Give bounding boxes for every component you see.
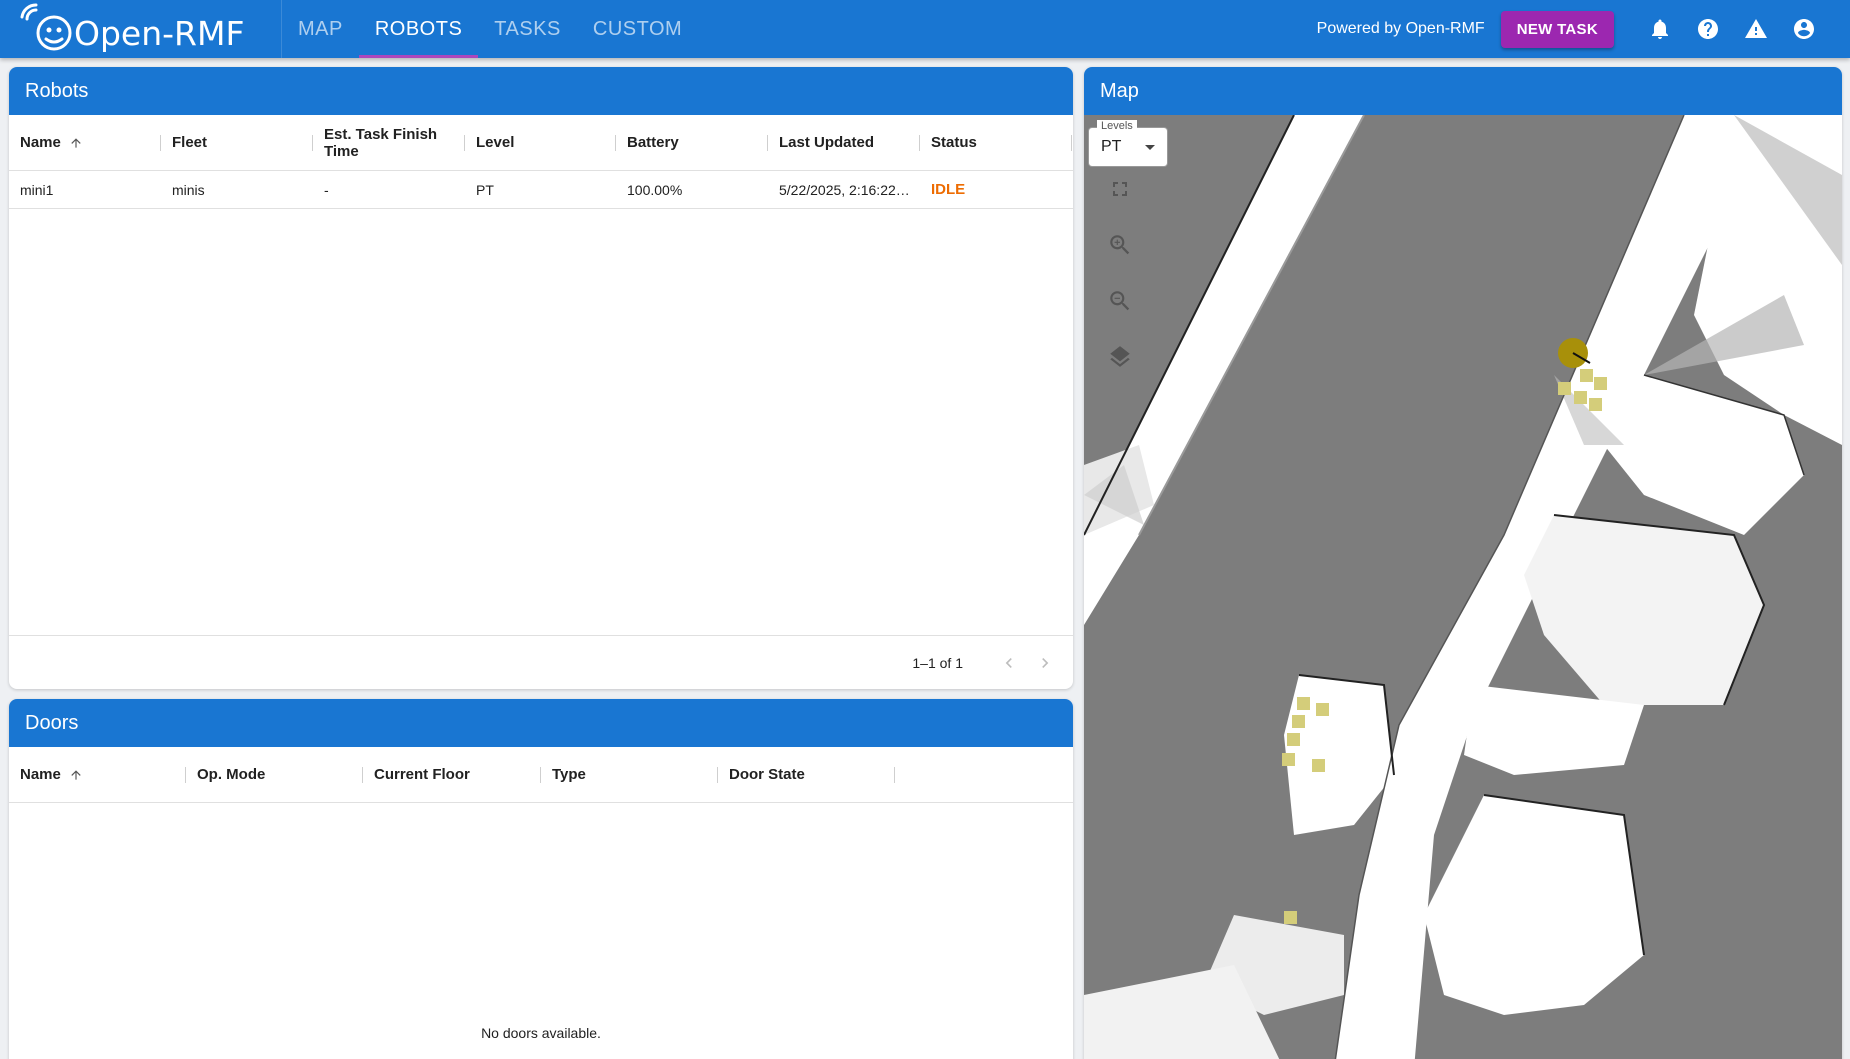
sort-ascending-icon[interactable] [69,768,83,782]
column-header-door-state[interactable]: Door State [718,747,895,803]
account-button[interactable] [1780,5,1828,53]
zoom-out-button[interactable] [1102,283,1138,319]
previous-page-button[interactable] [991,645,1027,681]
main-nav: MAP ROBOTS TASKS CUSTOM [282,0,698,58]
logo-text: Open-RMF [74,14,244,53]
column-header-op-mode[interactable]: Op. Mode [186,747,363,803]
notifications-button[interactable] [1636,5,1684,53]
help-icon [1698,19,1718,39]
zoom-in-button[interactable] [1102,227,1138,263]
occupancy-map [1084,115,1842,1059]
column-header-door-name[interactable]: Name [9,747,186,803]
caret-down-icon [1145,145,1155,150]
robots-table-pagination: 1–1 of 1 [9,635,1073,689]
tab-map[interactable]: MAP [282,0,359,58]
next-page-button[interactable] [1027,645,1063,681]
fullscreen-button[interactable] [1102,171,1138,207]
tab-custom[interactable]: CUSTOM [577,0,698,58]
levels-value: PT [1101,138,1122,155]
sort-ascending-icon[interactable] [69,136,83,150]
layers-icon [1110,346,1130,367]
new-task-button[interactable]: NEW TASK [1500,10,1614,48]
map-canvas[interactable]: Levels PT [1084,115,1842,1059]
robots-table-header: Name Fleet Est. Task Finish Time Level B… [9,115,1073,171]
column-header-est-finish[interactable]: Est. Task Finish Time [313,115,465,171]
doors-table-header: Name Op. Mode Current Floor Type Door St… [9,747,1073,803]
warning-icon [1745,19,1767,38]
levels-select[interactable]: Levels PT [1088,120,1168,167]
column-header-last-updated[interactable]: Last Updated [768,115,920,171]
robot-battery-cell: 100.00% [627,181,683,198]
column-header-name[interactable]: Name [9,115,161,171]
map-panel: Map Levels PT [1084,67,1842,1059]
pagination-range: 1–1 of 1 [912,654,963,671]
doors-panel: Doors Name Op. Mode Current Floor Type D… [9,699,1073,1059]
tab-tasks[interactable]: TASKS [478,0,577,58]
column-header-current-floor[interactable]: Current Floor [363,747,541,803]
open-rmf-logo[interactable]: Open-RMF [0,0,282,58]
layers-button[interactable] [1102,339,1138,375]
fullscreen-icon [1113,182,1127,196]
help-button[interactable] [1684,5,1732,53]
robot-level-cell: PT [476,181,494,198]
tab-robots[interactable]: ROBOTS [358,0,479,58]
robot-status-cell: IDLE [931,181,966,198]
doors-panel-title: Doors [9,699,1073,747]
alerts-button[interactable] [1732,5,1780,53]
map-panel-title: Map [1084,67,1842,115]
robot-last-updated-cell: 5/22/2025, 2:16:22… [779,181,910,198]
powered-by-text: Powered by Open-RMF [1316,20,1485,37]
robots-panel: Robots Name Fleet Est. Task Finish Time … [9,67,1073,689]
robots-panel-title: Robots [9,67,1073,115]
robot-name-cell: mini1 [20,181,54,198]
app-bar: Open-RMF MAP ROBOTS TASKS CUSTOM Powered… [0,0,1850,58]
column-header-fleet[interactable]: Fleet [161,115,313,171]
chevron-right-icon [1042,657,1049,668]
levels-label: Levels [1097,120,1137,132]
zoom-in-icon [1110,235,1130,255]
column-header-battery[interactable]: Battery [616,115,768,171]
column-header-level[interactable]: Level [465,115,616,171]
no-doors-message: No doors available. [481,1025,601,1041]
bell-icon [1652,19,1668,39]
robot-fleet-cell: minis [172,181,205,198]
robot-est-finish-cell: - [324,181,329,198]
zoom-out-icon [1110,291,1130,311]
account-icon [1794,19,1814,39]
chevron-left-icon [1005,657,1012,668]
table-row[interactable]: mini1 minis - PT 100.00% 5/22/2025, 2:16… [9,171,1073,209]
column-header-type[interactable]: Type [541,747,718,803]
column-header-status[interactable]: Status [920,115,1072,171]
